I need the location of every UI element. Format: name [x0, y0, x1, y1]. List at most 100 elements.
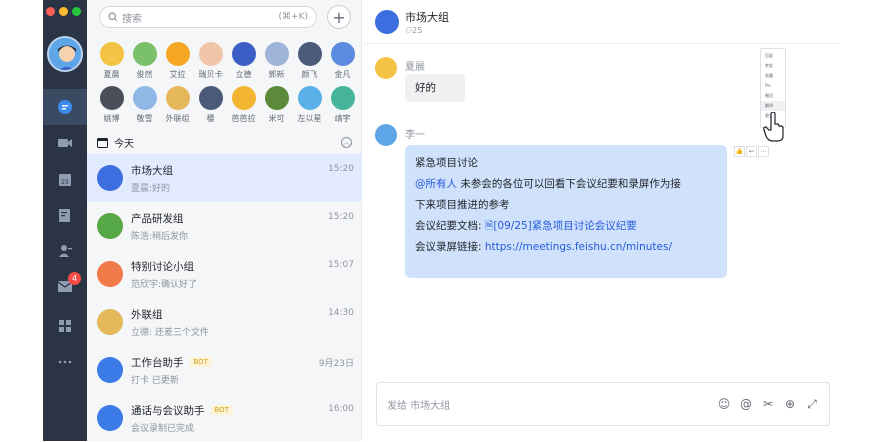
- context-menu-item[interactable]: 翻译: [761, 101, 785, 111]
- section-today[interactable]: 今天 ︿: [97, 134, 352, 150]
- calendar-small-icon: [97, 137, 108, 148]
- context-menu-item[interactable]: Pin: [761, 81, 785, 91]
- chat-list-item[interactable]: 市场大组 夏晨:好的 15:20: [87, 154, 362, 202]
- mention-all[interactable]: @所有人: [415, 178, 457, 190]
- contact-name: 颜飞: [301, 70, 318, 79]
- sender-avatar[interactable]: [375, 57, 397, 79]
- contact-avatar: [231, 86, 256, 110]
- chat-list-item[interactable]: 产品研发组 陈浩:稍后发你 15:20: [87, 202, 362, 250]
- user-avatar[interactable]: [47, 36, 83, 72]
- message-line: 会议纪要文档: 🗎[09/25]紧急项目讨论会议纪要: [415, 216, 717, 237]
- contact-shortcut[interactable]: 金凡: [326, 42, 359, 80]
- collapse-icon[interactable]: ︿: [341, 136, 352, 148]
- thumbs-up-icon[interactable]: 👍: [734, 146, 745, 157]
- chat-preview: 立德: 还差三个文件: [131, 327, 209, 338]
- context-menu-item[interactable]: 转发: [761, 61, 785, 71]
- chat-list-item[interactable]: 特别讨论小组 范欣宇:确认好了 15:07: [87, 250, 362, 298]
- chat-avatar: [97, 213, 123, 239]
- message-bubble[interactable]: 紧急项目讨论 @所有人 未参会的各位可以回看下会议纪要和录屏作为接 下来项目推进…: [405, 145, 727, 278]
- context-menu-item[interactable]: 收藏: [761, 71, 785, 81]
- docs-icon: [59, 208, 70, 222]
- pinned-contacts: 夏晨 俊然 艾拉 瑞贝卡 立德 郭新 颜飞 金凡姚博 敬雪 外联组 樱 芭芭拉 米可 左以星 靖宇: [95, 42, 360, 124]
- member-count[interactable]: ⚇25: [405, 26, 449, 35]
- emoji-icon[interactable]: ☺: [717, 397, 731, 411]
- rail-messenger[interactable]: [43, 89, 87, 125]
- svg-text:25: 25: [61, 179, 69, 186]
- search-input[interactable]: 搜索 (⌘+K): [99, 6, 317, 28]
- contact-shortcut[interactable]: 立德: [227, 42, 260, 80]
- message-composer[interactable]: 发给 市场大组 ☺ @ ✂ ⊕ ⤢: [376, 382, 830, 426]
- message-title: 紧急项目讨论: [415, 157, 478, 169]
- contact-avatar: [297, 86, 322, 110]
- at-icon[interactable]: @: [739, 397, 753, 411]
- contact-shortcut[interactable]: 颜飞: [293, 42, 326, 80]
- create-button[interactable]: +: [327, 5, 351, 29]
- grid-apps-icon: [59, 320, 71, 332]
- contact-avatar: [132, 42, 157, 66]
- message-actions: 👍 ↩ ⋯: [734, 146, 769, 157]
- more-icon[interactable]: ⋯: [758, 146, 769, 157]
- context-menu-item[interactable]: 撤回: [761, 91, 785, 101]
- contact-shortcut[interactable]: 靖宇: [326, 86, 359, 124]
- contact-avatar: [264, 42, 289, 66]
- section-today-label: 今天: [114, 138, 134, 150]
- conversation-header: 市场大组 ⚇25: [363, 0, 840, 44]
- sender-name: 李一: [405, 130, 425, 141]
- rail-workplace[interactable]: [43, 308, 87, 344]
- chat-time: 16:00: [328, 404, 354, 414]
- contact-name: 郭新: [268, 70, 285, 79]
- message-bubble[interactable]: 好的: [405, 74, 465, 102]
- contact-shortcut[interactable]: 艾拉: [161, 42, 194, 80]
- close-window-button[interactable]: [46, 7, 55, 16]
- chat-time: 14:30: [328, 308, 354, 318]
- message-line: @所有人 未参会的各位可以回看下会议纪要和录屏作为接: [415, 174, 717, 195]
- contact-shortcut[interactable]: 郭新: [260, 42, 293, 80]
- rail-video[interactable]: [43, 125, 87, 161]
- contact-shortcut[interactable]: 外联组: [161, 86, 194, 124]
- chat-list-item[interactable]: 工作台助手 BOT 打卡 已更新 9月23日: [87, 346, 362, 394]
- contact-shortcut[interactable]: 芭芭拉: [227, 86, 260, 124]
- contact-shortcut[interactable]: 瑞贝卡: [194, 42, 227, 80]
- group-avatar[interactable]: [375, 9, 399, 34]
- recording-link[interactable]: https://meetings.feishu.cn/minutes/: [485, 241, 672, 253]
- search-placeholder: 搜索: [122, 13, 142, 25]
- reply-icon[interactable]: ↩: [746, 146, 757, 157]
- contact-shortcut[interactable]: 左以星: [293, 86, 326, 124]
- expand-icon[interactable]: ⤢: [805, 397, 819, 411]
- chat-avatar: [97, 405, 123, 431]
- contact-shortcut[interactable]: 夏晨: [95, 42, 128, 80]
- sender-avatar[interactable]: [375, 124, 397, 146]
- more-dots-icon: [58, 360, 72, 364]
- contact-avatar: [330, 86, 355, 110]
- add-circle-icon[interactable]: ⊕: [783, 397, 797, 411]
- chat-title: 市场大组: [131, 164, 173, 177]
- rail-more[interactable]: [43, 344, 87, 380]
- contact-shortcut[interactable]: 敬雪: [128, 86, 161, 124]
- doc-label: 会议纪要文档:: [415, 220, 485, 232]
- user-avatar-icon: [49, 38, 81, 70]
- conversation-title[interactable]: 市场大组: [405, 9, 449, 25]
- contact-shortcut[interactable]: 姚博: [95, 86, 128, 124]
- rail-contacts[interactable]: [43, 233, 87, 269]
- chat-list-item[interactable]: 通话与会议助手 BOT 会议录制已完成 16:00: [87, 394, 362, 442]
- contact-shortcut[interactable]: 米可: [260, 86, 293, 124]
- rail-docs[interactable]: [43, 197, 87, 233]
- rail-calendar[interactable]: 25: [43, 161, 87, 197]
- contact-avatar: [231, 42, 256, 66]
- chat-avatar: [97, 357, 123, 383]
- minimize-window-button[interactable]: [59, 7, 68, 16]
- maximize-window-button[interactable]: [72, 7, 81, 16]
- chat-avatar: [97, 261, 123, 287]
- scissors-icon[interactable]: ✂: [761, 397, 775, 411]
- contact-name: 姚博: [103, 114, 120, 123]
- doc-link[interactable]: 🗎[09/25]紧急项目讨论会议纪要: [485, 220, 637, 232]
- member-count-value: 25: [412, 25, 423, 35]
- hand-cursor-icon: [763, 112, 784, 142]
- rail-mail[interactable]: 4: [43, 268, 87, 304]
- context-menu-item[interactable]: 回复: [761, 51, 785, 61]
- chat-preview: 范欣宇:确认好了: [131, 279, 198, 290]
- contact-shortcut[interactable]: 樱: [194, 86, 227, 124]
- contact-shortcut[interactable]: 俊然: [128, 42, 161, 80]
- contact-name: 外联组: [165, 114, 190, 123]
- chat-list-item[interactable]: 外联组 立德: 还差三个文件 14:30: [87, 298, 362, 346]
